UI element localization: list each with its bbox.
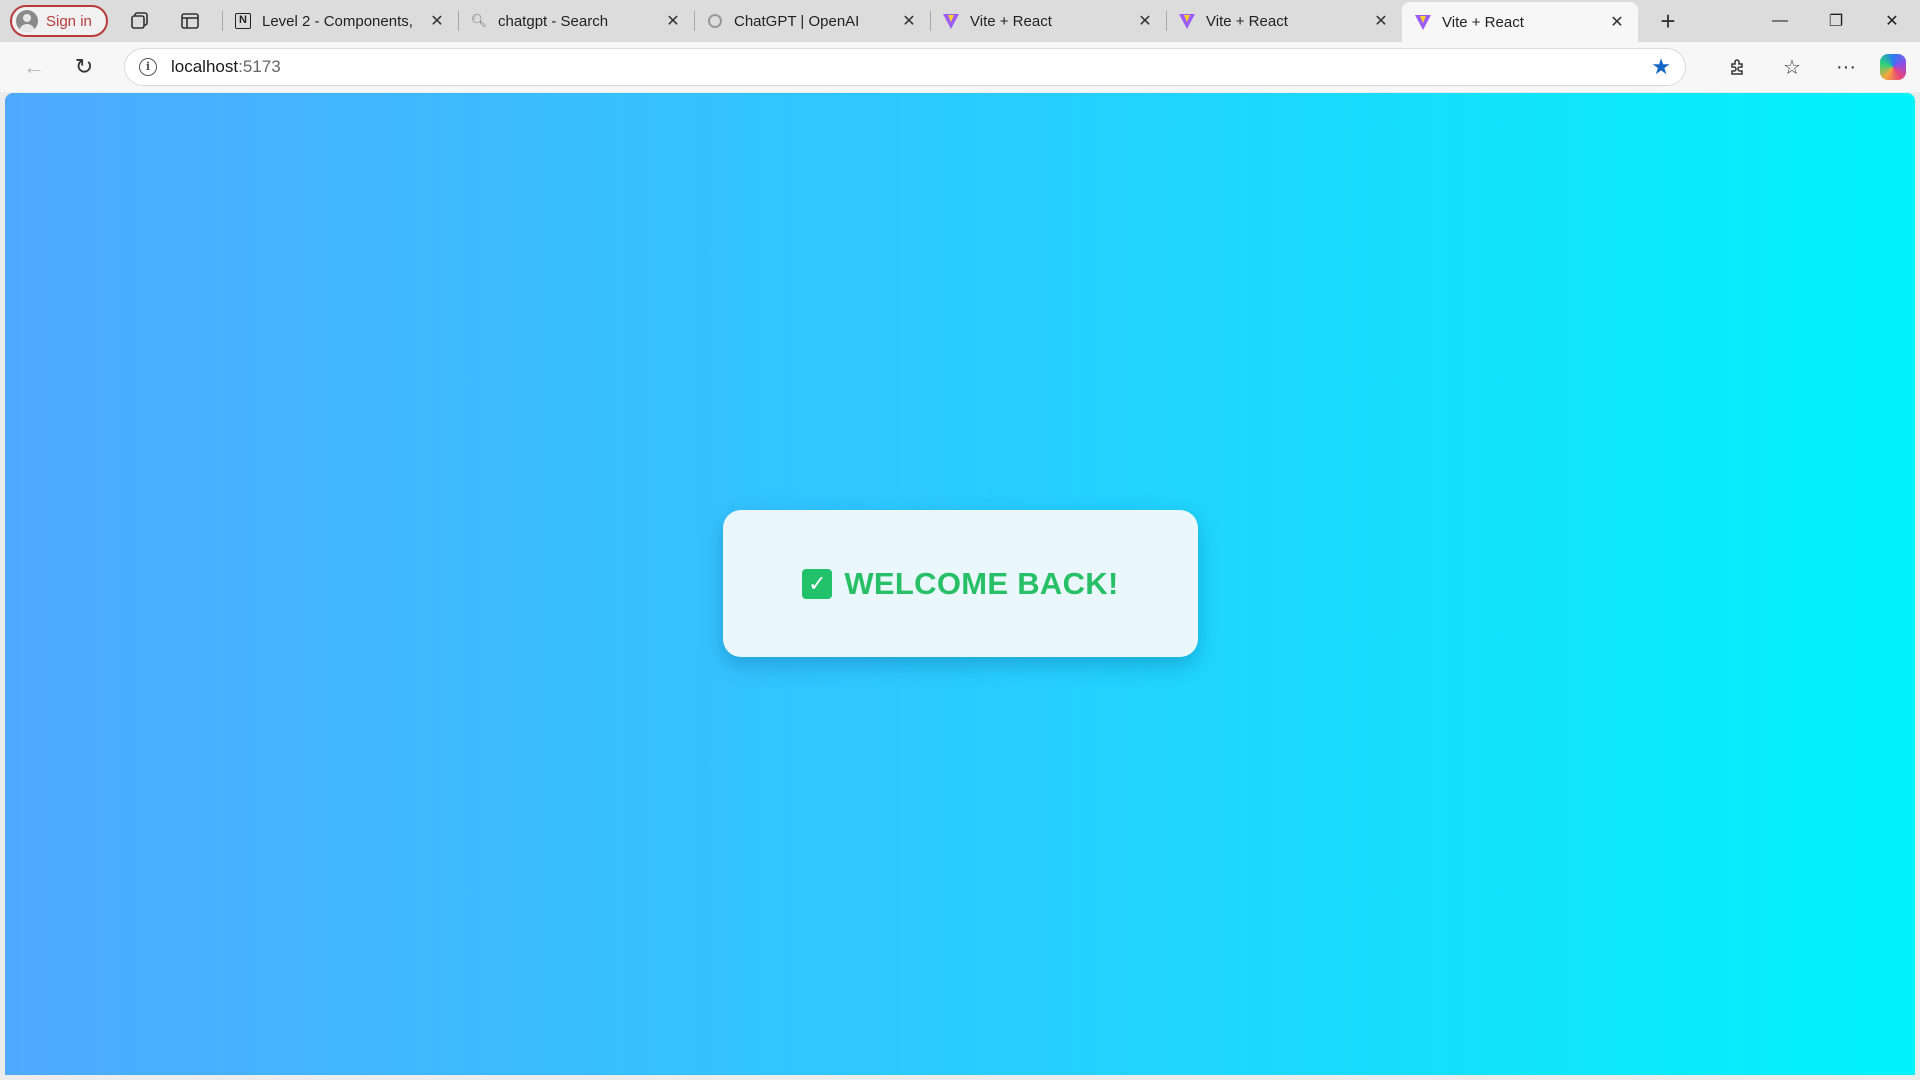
tab-title: Level 2 - Components, P	[262, 12, 418, 30]
profile-avatar-icon	[16, 10, 38, 32]
page-viewport: ✓ WELCOME BACK!	[5, 93, 1915, 1075]
vite-icon	[1414, 13, 1432, 31]
tab-title: chatgpt - Search	[498, 12, 609, 30]
tab-vite-1[interactable]: Vite + React ✕	[930, 0, 1166, 42]
welcome-message: WELCOME BACK!	[844, 565, 1119, 601]
tab-title: Vite + React	[970, 12, 1052, 30]
favorites-icon[interactable]: ☆	[1772, 47, 1812, 87]
close-icon[interactable]: ✕	[1136, 11, 1154, 31]
close-icon[interactable]: ✕	[664, 11, 682, 31]
minimize-icon[interactable]: —	[1752, 0, 1808, 42]
tab-list: N Level 2 - Components, P ✕ 🔍︎ chatgpt -…	[222, 0, 1638, 42]
tab-search[interactable]: 🔍︎ chatgpt - Search ✕	[458, 0, 694, 42]
restore-icon[interactable]: ❐	[1808, 0, 1864, 42]
tab-title: Vite + React	[1206, 12, 1288, 30]
url-text[interactable]: localhost:5173	[171, 57, 1651, 77]
vite-icon	[942, 12, 960, 30]
openai-icon	[706, 12, 724, 30]
extensions-icon[interactable]	[1718, 47, 1758, 87]
close-icon[interactable]: ✕	[1608, 12, 1626, 32]
close-icon[interactable]: ✕	[900, 11, 918, 31]
site-info-icon[interactable]: i	[139, 58, 157, 76]
tab-chatgpt[interactable]: ChatGPT | OpenAI ✕	[694, 0, 930, 42]
new-tab-button[interactable]: +	[1650, 6, 1686, 37]
check-box-icon: ✓	[802, 568, 833, 599]
close-window-icon[interactable]: ✕	[1864, 0, 1920, 42]
tab-title: ChatGPT | OpenAI	[734, 12, 860, 30]
close-icon[interactable]: ✕	[428, 11, 446, 31]
tab-vite-2[interactable]: Vite + React ✕	[1166, 0, 1402, 42]
close-icon[interactable]: ✕	[1372, 11, 1390, 31]
tab-strip: Sign in N Level 2 - Components, P ✕ 🔍︎ c…	[0, 0, 1920, 42]
reload-icon[interactable]: ↻	[64, 47, 104, 87]
notion-icon: N	[234, 12, 252, 30]
vertical-tabs-icon[interactable]	[172, 5, 208, 37]
tab-title: Vite + React	[1442, 13, 1524, 31]
copilot-icon[interactable]	[1880, 54, 1906, 80]
more-menu-icon[interactable]: ···	[1826, 47, 1866, 87]
url-port: :5173	[238, 57, 281, 76]
tab-vite-active[interactable]: Vite + React ✕	[1402, 2, 1638, 42]
toolbar-actions: ☆ ···	[1704, 47, 1906, 87]
window-controls: — ❐ ✕	[1752, 0, 1920, 42]
url-host: localhost	[171, 57, 239, 76]
vite-icon	[1178, 12, 1196, 30]
welcome-card: ✓ WELCOME BACK!	[723, 510, 1198, 657]
workspaces-icon[interactable]	[122, 5, 158, 37]
signin-label: Sign in	[46, 12, 92, 30]
favorite-star-icon[interactable]: ★	[1651, 54, 1671, 80]
address-bar[interactable]: i localhost:5173 ★	[124, 48, 1686, 86]
tab-notion[interactable]: N Level 2 - Components, P ✕	[222, 0, 458, 42]
back-arrow-icon[interactable]: ←	[14, 47, 54, 87]
search-icon: 🔍︎	[470, 13, 488, 28]
browser-toolbar: ← ↻ i localhost:5173 ★ ☆ ···	[0, 42, 1920, 92]
profile-signin-button[interactable]: Sign in	[10, 5, 108, 37]
